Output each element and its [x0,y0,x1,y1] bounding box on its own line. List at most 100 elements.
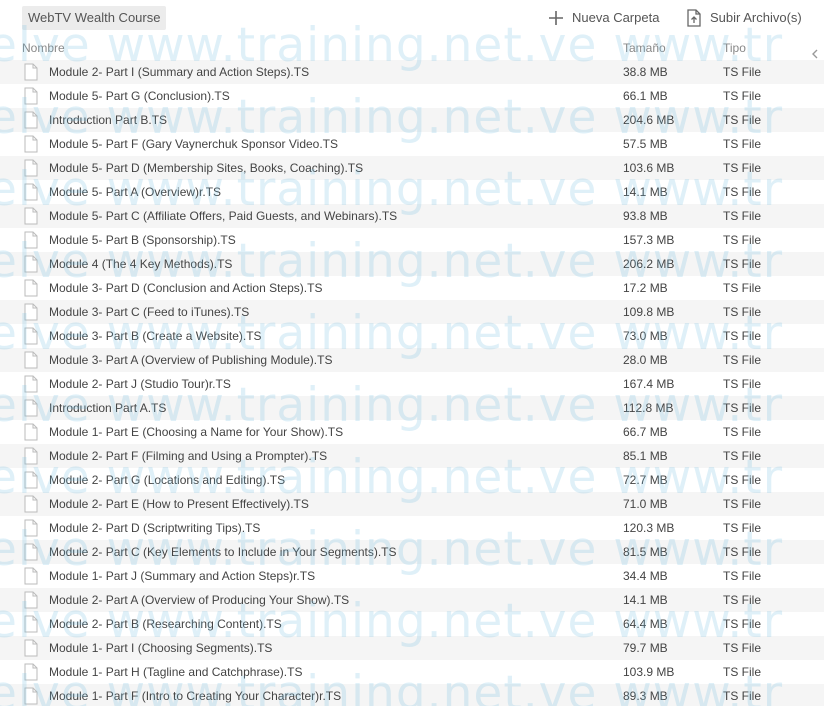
file-row[interactable]: Module 3- Part A (Overview of Publishing… [0,348,824,372]
file-name[interactable]: Module 2- Part E (How to Present Effecti… [49,492,309,516]
breadcrumb-current-folder[interactable]: WebTV Wealth Course [22,6,167,30]
file-size: 34.4 MB [623,569,668,583]
file-row[interactable]: Module 2- Part E (How to Present Effecti… [0,492,824,516]
file-name[interactable]: Module 2- Part I (Summary and Action Ste… [49,60,309,84]
file-row[interactable]: Module 2- Part I (Summary and Action Ste… [0,60,824,84]
file-size: 167.4 MB [623,377,675,391]
file-icon [24,399,38,417]
file-row[interactable]: Module 5- Part D (Membership Sites, Book… [0,156,824,180]
file-name[interactable]: Module 5- Part F (Gary Vaynerchuk Sponso… [49,132,338,156]
file-name[interactable]: Module 1- Part E (Choosing a Name for Yo… [49,420,343,444]
file-row[interactable]: Module 1- Part I (Choosing Segments).TS 7… [0,636,824,660]
file-name[interactable]: Module 1- Part I (Choosing Segments).TS [49,636,272,660]
file-row[interactable]: Module 2- Part C (Key Elements to Includ… [0,540,824,564]
file-type: TS File [723,665,762,679]
file-size: 112.8 MB [623,401,674,415]
file-name[interactable]: Module 5- Part G (Conclusion).TS [49,84,230,108]
file-size: 57.5 MB [623,137,668,151]
file-name[interactable]: Module 4 (The 4 Key Methods).TS [49,252,232,276]
file-size: 79.7 MB [623,641,668,655]
file-row[interactable]: Module 3- Part D (Conclusion and Action … [0,276,824,300]
file-name[interactable]: Module 1- Part J (Summary and Action Ste… [49,564,315,588]
file-row[interactable]: Module 2- Part D (Scriptwriting Tips).TS… [0,516,824,540]
file-name[interactable]: Module 5- Part B (Sponsorship).TS [49,228,236,252]
file-icon [24,687,38,705]
file-type: TS File [723,89,762,103]
file-icon [24,327,38,345]
file-row[interactable]: Module 5- Part B (Sponsorship).TS 157.3 M… [0,228,824,252]
column-header-size[interactable]: Tamaño [623,36,666,60]
file-size: 103.9 MB [623,665,675,679]
file-icon [24,591,38,609]
file-row[interactable]: Module 5- Part A (Overview)r.TS 14.1 MB TS… [0,180,824,204]
file-row[interactable]: Module 1- Part J (Summary and Action Ste… [0,564,824,588]
file-icon [24,351,38,369]
file-name[interactable]: Introduction Part B.TS [49,108,167,132]
file-row[interactable]: Module 2- Part F (Filming and Using a Pr… [0,444,824,468]
file-row[interactable]: Module 1- Part H (Tagline and Catchphras… [0,660,824,684]
file-type: TS File [723,569,762,583]
file-icon [24,183,38,201]
file-list: Module 2- Part I (Summary and Action Ste… [0,60,824,706]
file-row[interactable]: Module 2- Part J (Studio Tour)r.TS 167.4 … [0,372,824,396]
file-name[interactable]: Module 2- Part A (Overview of Producing … [49,588,349,612]
file-size: 38.8 MB [623,65,668,79]
file-name[interactable]: Module 1- Part F (Intro to Creating Your… [49,684,341,706]
file-name[interactable]: Module 3- Part C (Feed to iTunes).TS [49,300,249,324]
file-row[interactable]: Module 2- Part B (Researching Content).T… [0,612,824,636]
file-row[interactable]: Module 5- Part G (Conclusion).TS 66.1 MB T… [0,84,824,108]
plus-icon [548,10,564,26]
file-name[interactable]: Module 3- Part B (Create a Website).TS [49,324,262,348]
file-icon [24,663,38,681]
file-name[interactable]: Module 5- Part C (Affiliate Offers, Paid… [49,204,397,228]
file-row[interactable]: Module 4 (The 4 Key Methods).TS 206.2 MB T… [0,252,824,276]
file-size: 66.7 MB [623,425,668,439]
file-name[interactable]: Module 2- Part C (Key Elements to Includ… [49,540,397,564]
file-name[interactable]: Module 3- Part D (Conclusion and Action … [49,276,322,300]
file-type: TS File [723,65,762,79]
file-row[interactable]: Module 3- Part B (Create a Website).TS 73… [0,324,824,348]
file-row[interactable]: Module 2- Part G (Locations and Editing)… [0,468,824,492]
file-row[interactable]: Module 2- Part A (Overview of Producing … [0,588,824,612]
upload-file-button[interactable]: Subir Archivo(s) [686,6,802,30]
new-folder-button[interactable]: Nueva Carpeta [548,6,659,30]
file-type: TS File [723,305,762,319]
file-icon [24,543,38,561]
file-size: 206.2 MB [623,257,675,271]
file-size: 14.1 MB [623,185,668,199]
file-type: TS File [723,353,762,367]
file-type: TS File [723,377,762,391]
upload-file-label: Subir Archivo(s) [710,10,802,25]
file-name[interactable]: Module 2- Part F (Filming and Using a Pr… [49,444,327,468]
file-name[interactable]: Module 2- Part D (Scriptwriting Tips).TS [49,516,260,540]
file-icon [24,519,38,537]
file-size: 66.1 MB [623,89,668,103]
file-name[interactable]: Module 2- Part B (Researching Content).T… [49,612,282,636]
file-type: TS File [723,185,762,199]
file-row[interactable]: Module 3- Part C (Feed to iTunes).TS 109.… [0,300,824,324]
file-type: TS File [723,473,762,487]
file-row[interactable]: Module 5- Part C (Affiliate Offers, Paid… [0,204,824,228]
file-type: TS File [723,161,762,175]
file-name[interactable]: Module 2- Part G (Locations and Editing)… [49,468,285,492]
file-name[interactable]: Module 1- Part H (Tagline and Catchphras… [49,660,302,684]
file-icon [24,375,38,393]
file-row[interactable]: Module 1- Part F (Intro to Creating Your… [0,684,824,706]
file-icon [24,639,38,657]
file-name[interactable]: Module 2- Part J (Studio Tour)r.TS [49,372,231,396]
file-size: 157.3 MB [623,233,675,247]
file-size: 89.3 MB [623,689,668,703]
column-header-type[interactable]: Tipo [723,36,746,60]
file-name[interactable]: Module 5- Part A (Overview)r.TS [49,180,221,204]
file-name[interactable]: Module 3- Part A (Overview of Publishing… [49,348,332,372]
file-type: TS File [723,113,762,127]
file-row[interactable]: Module 1- Part E (Choosing a Name for Yo… [0,420,824,444]
file-icon [24,135,38,153]
file-icon [24,207,38,225]
file-row[interactable]: Module 5- Part F (Gary Vaynerchuk Sponso… [0,132,824,156]
file-row[interactable]: Introduction Part A.TS 112.8 MB TS File [0,396,824,420]
file-name[interactable]: Introduction Part A.TS [49,396,166,420]
column-header-name[interactable]: Nombre [22,36,65,60]
file-row[interactable]: Introduction Part B.TS 204.6 MB TS File [0,108,824,132]
file-name[interactable]: Module 5- Part D (Membership Sites, Book… [49,156,363,180]
